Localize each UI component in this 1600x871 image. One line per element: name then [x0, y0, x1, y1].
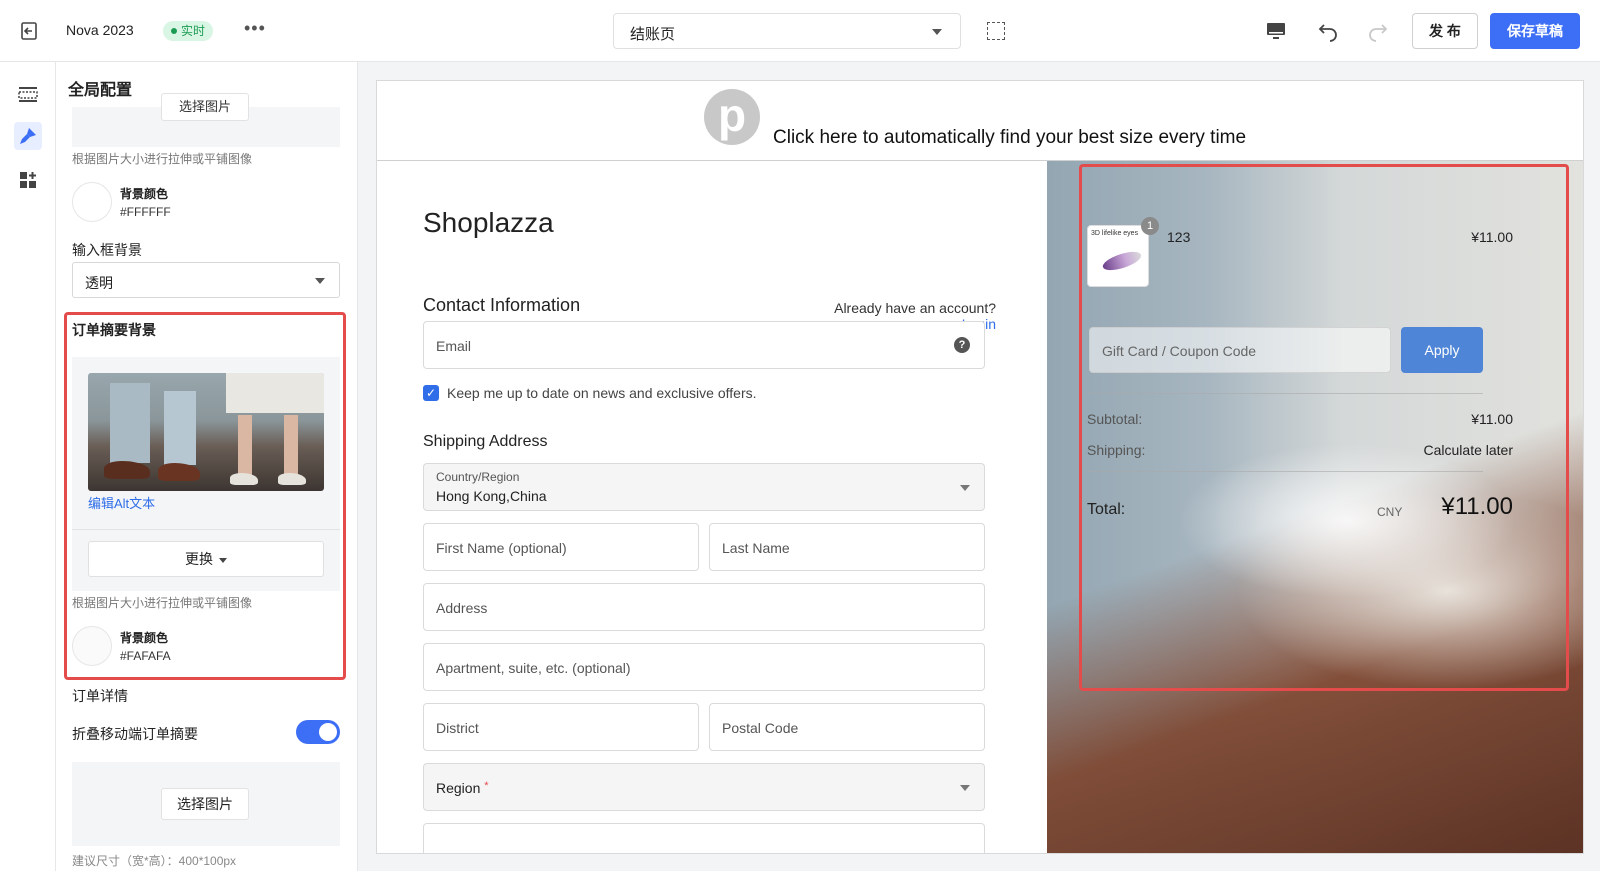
highlight-box-settings [64, 312, 346, 680]
input-bg-value: 透明 [85, 275, 113, 291]
apartment-placeholder: Apartment, suite, etc. (optional) [436, 660, 631, 676]
collapse-mobile-label: 折叠移动端订单摘要 [72, 726, 198, 742]
postal-placeholder: Postal Code [722, 720, 799, 736]
rail-theme-settings[interactable] [14, 122, 42, 150]
chevron-down-icon [315, 278, 325, 284]
store-name: Nova 2023 [66, 22, 134, 38]
last-name-placeholder: Last Name [722, 540, 790, 556]
email-placeholder: Email [436, 338, 472, 354]
district-input[interactable]: District [423, 703, 699, 751]
select-image-button-2[interactable]: 选择图片 [161, 788, 249, 820]
panel-title: 全局配置 [68, 82, 133, 99]
newsletter-label: Keep me up to date on news and exclusive… [447, 385, 757, 401]
rail-apps[interactable] [14, 166, 42, 194]
district-placeholder: District [436, 720, 479, 736]
store-brand: Shoplazza [423, 207, 554, 238]
address-input[interactable]: Address [423, 583, 985, 631]
newsletter-checkbox[interactable]: ✓ [423, 385, 439, 401]
settings-panel: 全局配置 选择图片 根据图片大小进行拉伸或平铺图像 背景颜色 #FFFFFF 输… [56, 62, 358, 871]
region-label: Region [436, 780, 481, 796]
banner-text: Click here to automatically find your be… [773, 127, 1247, 148]
size-finder-banner[interactable]: p Click here to automatically find your … [377, 81, 1583, 161]
element-select-icon[interactable] [987, 22, 1005, 40]
region-select[interactable]: Region * [423, 763, 985, 811]
chevron-down-icon [932, 29, 942, 35]
page-select-value: 结账页 [630, 26, 676, 43]
redo-icon[interactable] [1366, 19, 1390, 43]
help-icon[interactable]: ? [954, 337, 970, 353]
input-bg-dropdown[interactable]: 透明 [72, 262, 340, 298]
left-rail [0, 62, 56, 871]
country-value: Hong Kong,China [436, 488, 547, 504]
address-placeholder: Address [436, 600, 488, 616]
postal-code-input[interactable]: Postal Code [709, 703, 985, 751]
input-bg-label: 输入框背景 [72, 242, 142, 258]
color-swatch-white[interactable] [72, 182, 112, 222]
chevron-down-icon [960, 485, 970, 491]
size-app-logo: p [704, 89, 760, 145]
order-details-label: 订单详情 [72, 688, 128, 704]
contact-title: Contact Information [423, 295, 581, 315]
phone-input-partial[interactable] [423, 823, 985, 853]
last-name-input[interactable]: Last Name [709, 523, 985, 571]
exit-icon[interactable] [18, 20, 40, 42]
rail-sections[interactable] [14, 80, 42, 108]
region-placeholder: Region * [436, 780, 489, 796]
stretch-hint: 根据图片大小进行拉伸或平铺图像 [72, 152, 253, 166]
layout-sections-icon [18, 87, 38, 102]
publish-button[interactable]: 发 布 [1412, 13, 1478, 49]
required-mark: * [484, 780, 489, 792]
first-name-input[interactable]: First Name (optional) [423, 523, 699, 571]
top-bar: Nova 2023 实时 ••• 结账页 发 布 保存草稿 [0, 0, 1600, 62]
image-picker-top: 选择图片 [72, 93, 340, 147]
apartment-input[interactable]: Apartment, suite, etc. (optional) [423, 643, 985, 691]
size-hint: 建议尺寸（宽*高）：400*100px [72, 854, 237, 868]
highlight-box-summary [1079, 164, 1569, 691]
first-name-placeholder: First Name (optional) [436, 540, 567, 556]
image-picker-bottom: 选择图片 [72, 762, 340, 846]
country-select[interactable]: Country/Region Hong Kong,China [423, 463, 985, 511]
undo-icon[interactable] [1316, 19, 1340, 43]
email-input[interactable]: Email ? [423, 321, 985, 369]
page-select-dropdown[interactable]: 结账页 [613, 13, 961, 49]
desktop-preview-icon[interactable] [1264, 19, 1288, 43]
chevron-down-icon [960, 785, 970, 791]
apps-grid-icon [20, 172, 36, 188]
checkout-form: Shoplazza Contact Information Already ha… [377, 161, 1061, 853]
more-options-icon[interactable]: ••• [244, 18, 266, 39]
shipping-title: Shipping Address [423, 433, 548, 450]
live-status-badge: 实时 [163, 21, 214, 41]
bg-color-label: 背景颜色 [120, 187, 169, 201]
collapse-mobile-toggle[interactable] [296, 720, 340, 744]
country-label: Country/Region [436, 470, 520, 484]
have-account-label: Already have an account? [834, 300, 996, 316]
select-image-button[interactable]: 选择图片 [161, 93, 249, 121]
paint-brush-icon [20, 128, 36, 144]
save-draft-button[interactable]: 保存草稿 [1490, 13, 1580, 49]
bg-color-value: #FFFFFF [120, 205, 171, 219]
